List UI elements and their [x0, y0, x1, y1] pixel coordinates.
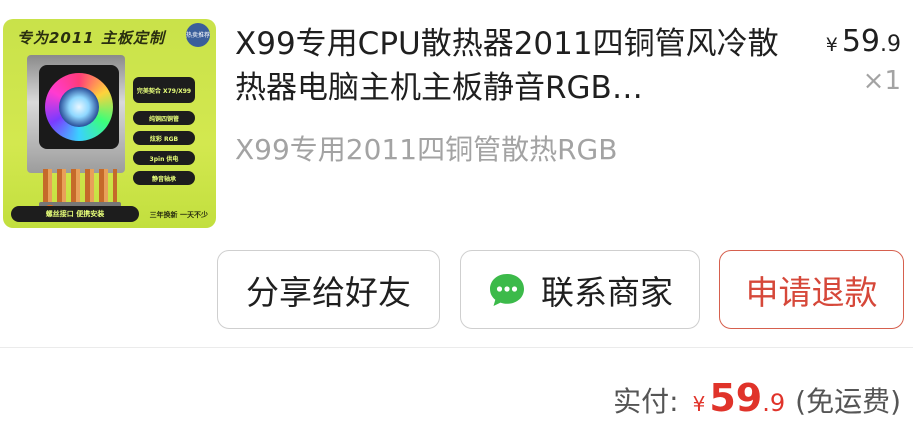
contact-button-label: 联系商家 [541, 272, 673, 312]
amount-paid: 实付: ¥ 59 .9 (免运费) [613, 376, 901, 420]
unit-price: ¥59.9 [826, 24, 901, 59]
contact-merchant-button[interactable]: 联系商家 [460, 250, 700, 329]
thumbnail-badge: 热卖推荐 [186, 23, 210, 47]
price-integer: 59 [841, 24, 880, 59]
fan-hub [59, 87, 99, 127]
feature-tag: 纯铜四铜管 [133, 111, 195, 125]
divider [0, 347, 913, 348]
share-button[interactable]: 分享给好友 [217, 250, 440, 329]
product-spec: X99专用2011四铜管散热RGB [235, 133, 618, 166]
product-title[interactable]: X99专用CPU散热器2011四铜管风冷散热器电脑主机主板静音RGB… [235, 22, 800, 110]
price-decimal: .9 [880, 32, 901, 57]
feature-tag: 静音轴承 [133, 171, 195, 185]
paid-integer: 59 [709, 376, 763, 420]
currency-symbol: ¥ [825, 34, 838, 56]
chat-bubble-icon [490, 273, 524, 306]
thumbnail-banner: 专为2011 主板定制 [17, 29, 165, 47]
refund-button-label: 申请退款 [745, 272, 878, 312]
share-button-label: 分享给好友 [246, 272, 411, 312]
rgb-fan [39, 65, 119, 149]
heat-pipes [43, 169, 117, 205]
thumbnail-corner-text: 三年换新 一天不少 [149, 211, 208, 219]
feature-tag: 完美契合 X79/X99 [133, 77, 195, 103]
shipping-note: (免运费) [795, 385, 901, 418]
product-thumbnail[interactable]: 专为2011 主板定制 热卖推荐 完美契合 X79/X99 纯铜四铜管 炫彩 R… [3, 19, 216, 228]
refund-button[interactable]: 申请退款 [719, 250, 904, 329]
paid-currency: ¥ [692, 392, 706, 416]
feature-tag: 炫彩 RGB [133, 131, 195, 145]
feature-tag: 3pin 供电 [133, 151, 195, 165]
paid-label: 实付: [613, 385, 679, 418]
quantity: ×1 [862, 66, 901, 96]
paid-decimal: .9 [762, 389, 786, 417]
thumbnail-footer: 螺丝接口 便携安装 [11, 206, 139, 222]
